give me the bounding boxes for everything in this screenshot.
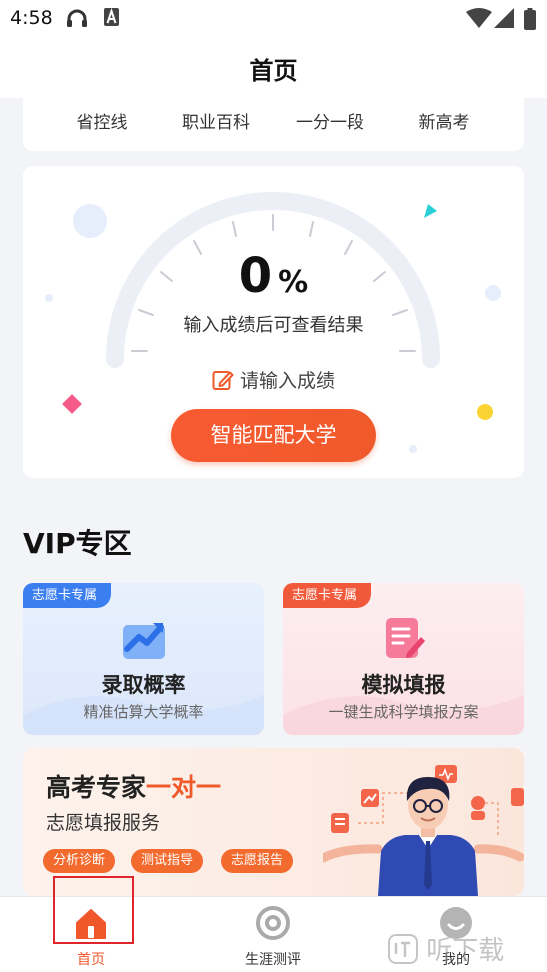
score-value: 0% (23, 248, 524, 304)
signal-icon (494, 8, 514, 32)
edit-icon (212, 371, 234, 390)
vip-card-subtitle: 一键生成科学填报方案 (328, 703, 479, 721)
enter-score-link[interactable]: 请输入成绩 (23, 366, 524, 393)
status-time: 4:58 (10, 7, 53, 29)
quick-nav-item-new-gaokao[interactable]: 新高考 (389, 108, 499, 133)
score-hint: 输入成绩后可查看结果 (183, 315, 364, 336)
expert-illustration (323, 765, 524, 896)
tab-career-assessment[interactable]: 生涯测评 (213, 897, 333, 972)
expert-pill-report: 志愿报告 (221, 849, 294, 873)
expert-pill-analysis: 分析诊断 (43, 849, 116, 873)
battery-icon (524, 8, 536, 34)
expert-banner[interactable]: 高考专家一对一 志愿填报服务 分析诊断 测试指导 志愿报告 (23, 748, 524, 896)
vip-card-subtitle: 精准估算大学概率 (83, 703, 204, 721)
score-card: 0% 输入成绩后可查看结果 请输入成绩 智能匹配大学 (23, 166, 524, 478)
watermark-logo-icon (388, 934, 418, 964)
expert-pill-guidance: 测试指导 (131, 849, 204, 873)
vip-card-tag: 志愿卡专属 (23, 583, 112, 608)
quick-nav-item-score-rank[interactable]: 一分一段 (275, 108, 385, 133)
expert-title-plain: 高考专家 (46, 773, 147, 802)
target-icon (256, 906, 290, 940)
status-bar: 4:58 (0, 0, 547, 38)
headset-icon (66, 8, 88, 32)
notification-a-icon (104, 7, 119, 30)
app-bar: 首页 (0, 38, 547, 98)
quick-nav-item-province-line[interactable]: 省控线 (47, 108, 157, 133)
home-tab-highlight (53, 876, 134, 944)
score-unit: % (278, 265, 309, 300)
watermark: 听下载 (388, 930, 504, 967)
edit-doc-icon (386, 618, 425, 658)
expert-banner-title: 高考专家一对一 (46, 768, 221, 804)
page-title: 首页 (249, 57, 298, 85)
expert-title-highlight: 一对一 (146, 773, 222, 802)
wifi-icon (466, 8, 492, 32)
expert-banner-subtitle: 志愿填报服务 (46, 812, 161, 834)
vip-section-title: VIP专区 (23, 527, 132, 560)
score-number: 0 (238, 248, 273, 304)
vip-card-admission-probability[interactable]: 志愿卡专属 录取概率 精准估算大学概率 (23, 583, 264, 735)
trend-chart-icon (123, 623, 165, 659)
quick-nav: 省控线 职业百科 一分一段 新高考 (23, 98, 524, 151)
smart-match-button[interactable]: 智能匹配大学 (171, 409, 376, 462)
quick-nav-item-career-wiki[interactable]: 职业百科 (161, 108, 271, 133)
vip-card-title: 录取概率 (101, 673, 186, 697)
vip-card-mock-application[interactable]: 志愿卡专属 模拟填报 一键生成科学填报方案 (283, 583, 524, 735)
enter-score-label: 请输入成绩 (239, 370, 335, 392)
vip-card-tag: 志愿卡专属 (283, 583, 372, 608)
tab-label: 首页 (77, 952, 105, 968)
tab-label: 生涯测评 (245, 952, 301, 968)
watermark-text: 听下载 (426, 936, 505, 966)
vip-card-title: 模拟填报 (361, 673, 446, 697)
